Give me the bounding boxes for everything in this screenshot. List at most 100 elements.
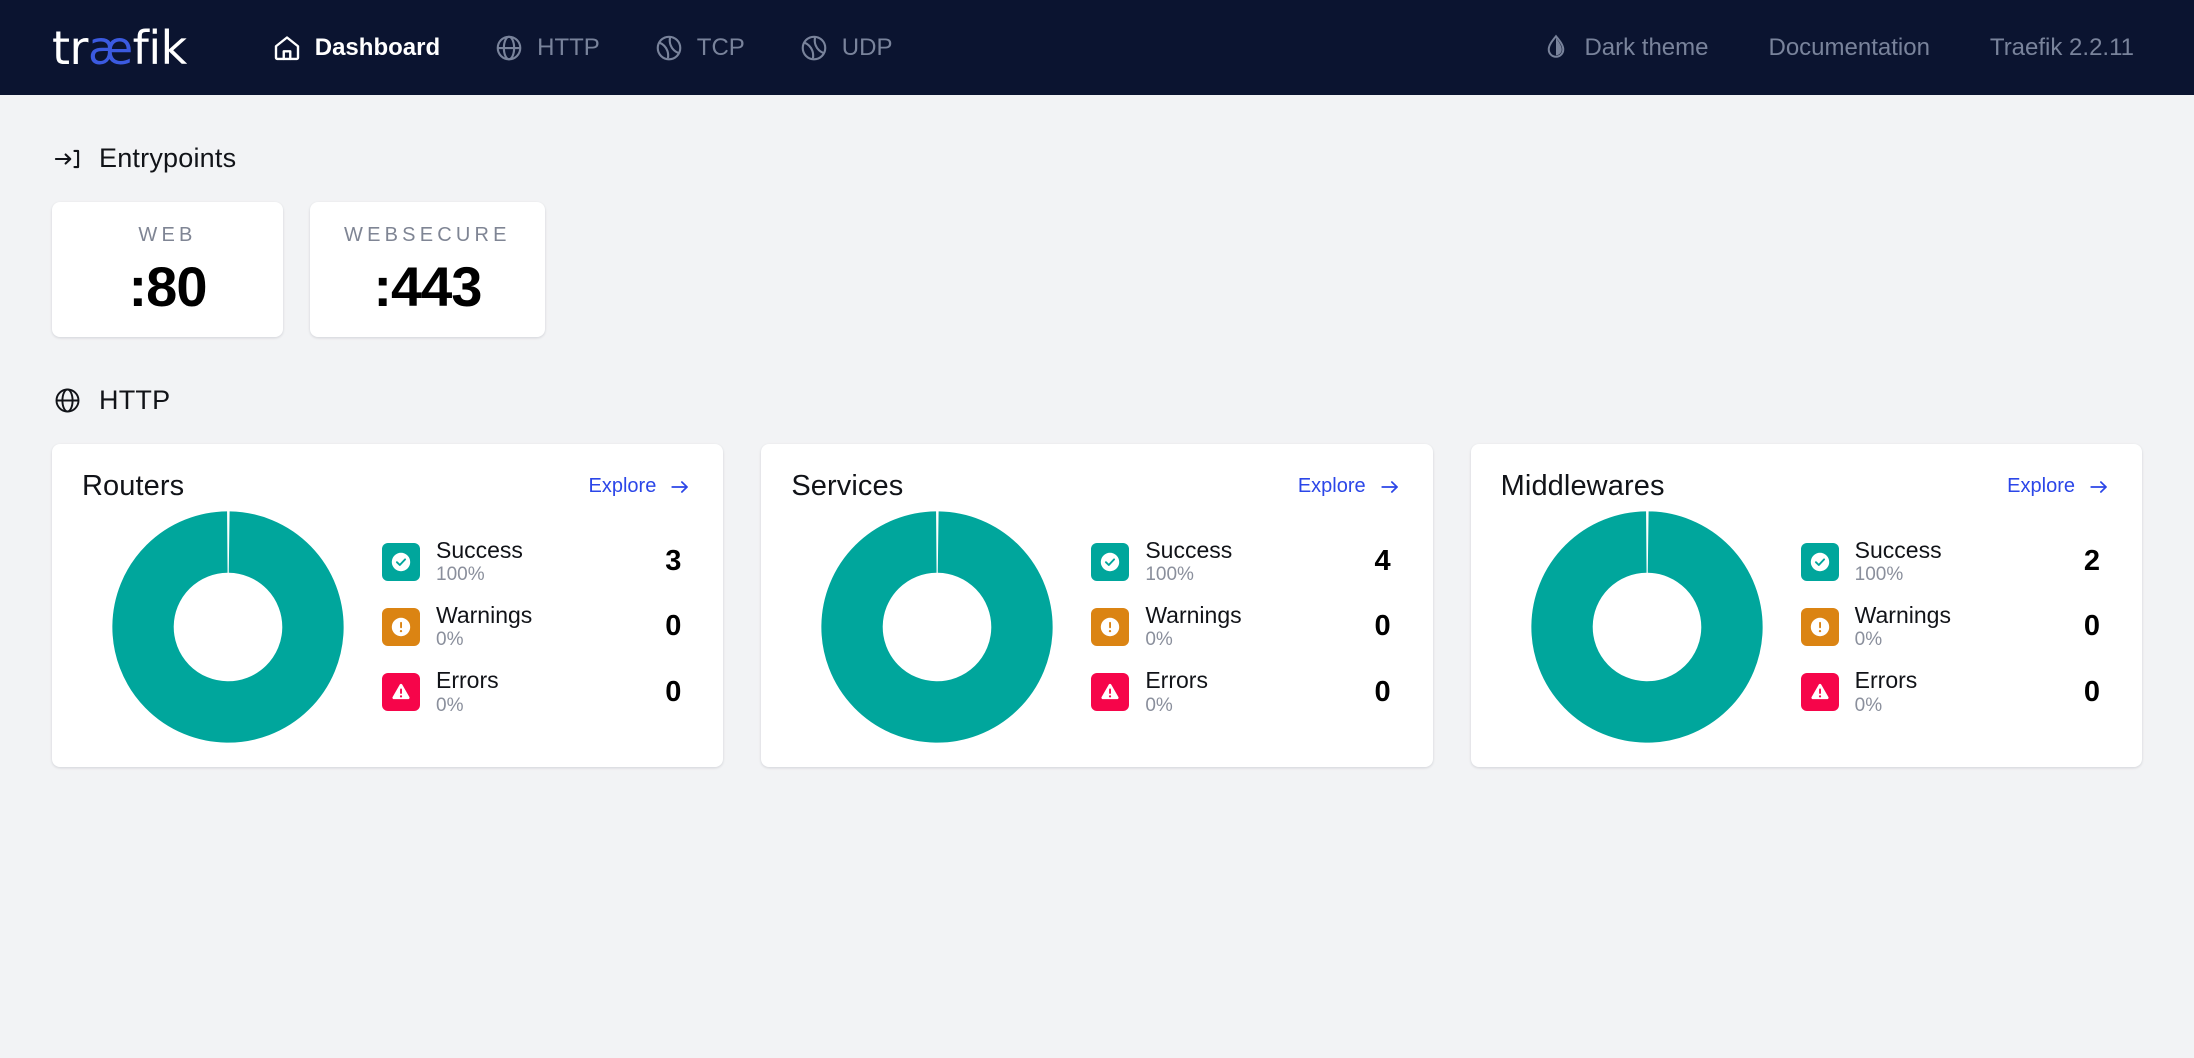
routers-donut-chart [78, 507, 378, 747]
entrypoint-port: :443 [373, 255, 482, 318]
legend-count: 4 [1374, 545, 1391, 578]
explore-routers-link[interactable]: Explore [589, 475, 694, 498]
legend-row-success: Success 100% 2 [1800, 537, 2100, 587]
legend-count: 0 [665, 675, 682, 708]
middlewares-card: Middlewares Explore Success 100% 2 Warni… [1470, 444, 2142, 767]
dark-theme-toggle[interactable]: Dark theme [1511, 0, 1738, 95]
entrypoint-card[interactable]: WEBSECURE :443 [310, 202, 545, 337]
legend-percent: 0% [1145, 694, 1173, 716]
legend-text: Warnings 0% [436, 602, 635, 652]
nav-item-dashboard[interactable]: Dashboard [245, 0, 467, 95]
nav-item-tcp[interactable]: TCP [627, 0, 772, 95]
entrypoints-list: WEB :80 WEBSECURE :443 [52, 202, 2142, 337]
arrow-right-icon [1380, 480, 1398, 493]
card-header: Middlewares Explore [1497, 470, 2116, 503]
legend-percent: 0% [1854, 629, 1883, 651]
check-circle-icon [382, 542, 420, 581]
explore-middlewares-link[interactable]: Explore [2007, 475, 2112, 498]
legend-text: Errors 0% [1855, 667, 2054, 717]
card-title: Middlewares [1500, 470, 1665, 502]
legend-count: 0 [1374, 610, 1391, 643]
entrypoint-port: :80 [128, 255, 208, 318]
page-content: Entrypoints WEB :80 WEBSECURE :443 HTTP … [0, 143, 2194, 767]
legend-row-warnings: Warnings 0% 0 [1800, 602, 2100, 652]
legend-row-errors: Errors 0% 0 [1091, 667, 1391, 717]
legend-row-errors: Errors 0% 0 [382, 667, 681, 717]
legend-name: Success [1854, 536, 1942, 563]
legend-text: Success 100% [1855, 537, 2054, 587]
legend-name: Warnings [1145, 601, 1242, 628]
nav-item-http[interactable]: HTTP [467, 0, 627, 95]
card-title: Routers [82, 470, 185, 502]
warning-triangle-icon [382, 673, 420, 712]
http-stat-cards: Routers Explore Success 100% 3 Warnings … [52, 444, 2142, 767]
legend-count: 3 [665, 545, 682, 578]
explore-label: Explore [2007, 475, 2075, 497]
card-title: Services [791, 470, 904, 502]
explore-label: Explore [1297, 475, 1366, 497]
dark-theme-label: Dark theme [1584, 33, 1709, 61]
nav-label-http: HTTP [537, 33, 600, 61]
explore-label: Explore [588, 475, 657, 497]
legend-count: 0 [2083, 610, 2100, 643]
donut-segment-success [821, 511, 1053, 743]
sphere-icon [654, 33, 684, 63]
entrypoint-name: WEBSECURE [344, 224, 511, 246]
documentation-link[interactable]: Documentation [1738, 0, 1959, 95]
exclamation-circle-icon [1800, 607, 1839, 646]
entrypoint-name: WEB [138, 224, 197, 246]
legend-name: Errors [1145, 667, 1208, 694]
card-body: Success 100% 2 Warnings 0% 0 Errors 0% 0 [1497, 507, 2116, 747]
legend-percent: 0% [1145, 629, 1173, 651]
legend-count: 0 [1374, 675, 1391, 708]
nav-label-tcp: TCP [696, 33, 745, 61]
top-navbar: tr æ fik Dashboard HTTP TCP UDP Dark the… [0, 0, 2194, 95]
legend-percent: 0% [1854, 694, 1883, 716]
legend-name: Success [436, 536, 523, 563]
nav-item-udp[interactable]: UDP [772, 0, 920, 95]
services-donut-chart [787, 507, 1087, 747]
logo-part-3: fik [132, 20, 188, 75]
check-circle-icon [1800, 542, 1839, 581]
legend-percent: 0% [436, 629, 464, 651]
legend-row-success: Success 100% 3 [382, 537, 681, 587]
legend-row-warnings: Warnings 0% 0 [1091, 602, 1391, 652]
entrypoint-card[interactable]: WEB :80 [52, 202, 283, 337]
legend-name: Success [1145, 536, 1233, 563]
legend-percent: 0% [436, 694, 464, 716]
home-icon [272, 33, 302, 63]
routers-card: Routers Explore Success 100% 3 Warnings … [52, 444, 724, 767]
card-body: Success 100% 4 Warnings 0% 0 Errors 0% 0 [787, 507, 1406, 747]
card-header: Services Explore [787, 470, 1406, 503]
donut-segment-success [112, 511, 344, 743]
legend-text: Errors 0% [1145, 667, 1344, 717]
droplet-half-icon [1541, 33, 1571, 63]
check-circle-icon [1091, 542, 1130, 581]
http-section-title: HTTP [99, 385, 171, 415]
traefik-logo[interactable]: tr æ fik [52, 25, 187, 71]
globe-icon [494, 33, 524, 63]
explore-services-link[interactable]: Explore [1298, 475, 1403, 498]
legend-count: 2 [2083, 545, 2100, 578]
primary-nav: Dashboard HTTP TCP UDP [245, 0, 920, 95]
globe-icon [52, 386, 82, 416]
entrypoints-section-title: Entrypoints [99, 143, 237, 173]
legend-text: Success 100% [1145, 537, 1344, 587]
legend-name: Errors [1854, 667, 1918, 694]
donut-segment-success [1531, 511, 1763, 743]
logo-part-1: tr [52, 20, 88, 75]
version-label: Traefik 2.2.11 [1989, 33, 2134, 61]
legend-count: 0 [665, 610, 682, 643]
legend-percent: 100% [436, 564, 485, 586]
arrow-right-icon [2090, 480, 2107, 493]
documentation-label: Documentation [1768, 33, 1930, 61]
legend-name: Warnings [436, 601, 533, 628]
legend-text: Warnings 0% [1145, 602, 1344, 652]
arrow-right-icon [671, 480, 689, 493]
legend-count: 0 [2083, 675, 2100, 708]
logo-part-ae: æ [87, 20, 133, 75]
middlewares-donut-chart [1497, 507, 1797, 747]
legend-row-warnings: Warnings 0% 0 [382, 602, 681, 652]
legend-percent: 100% [1145, 564, 1194, 586]
sphere-icon [799, 33, 829, 63]
